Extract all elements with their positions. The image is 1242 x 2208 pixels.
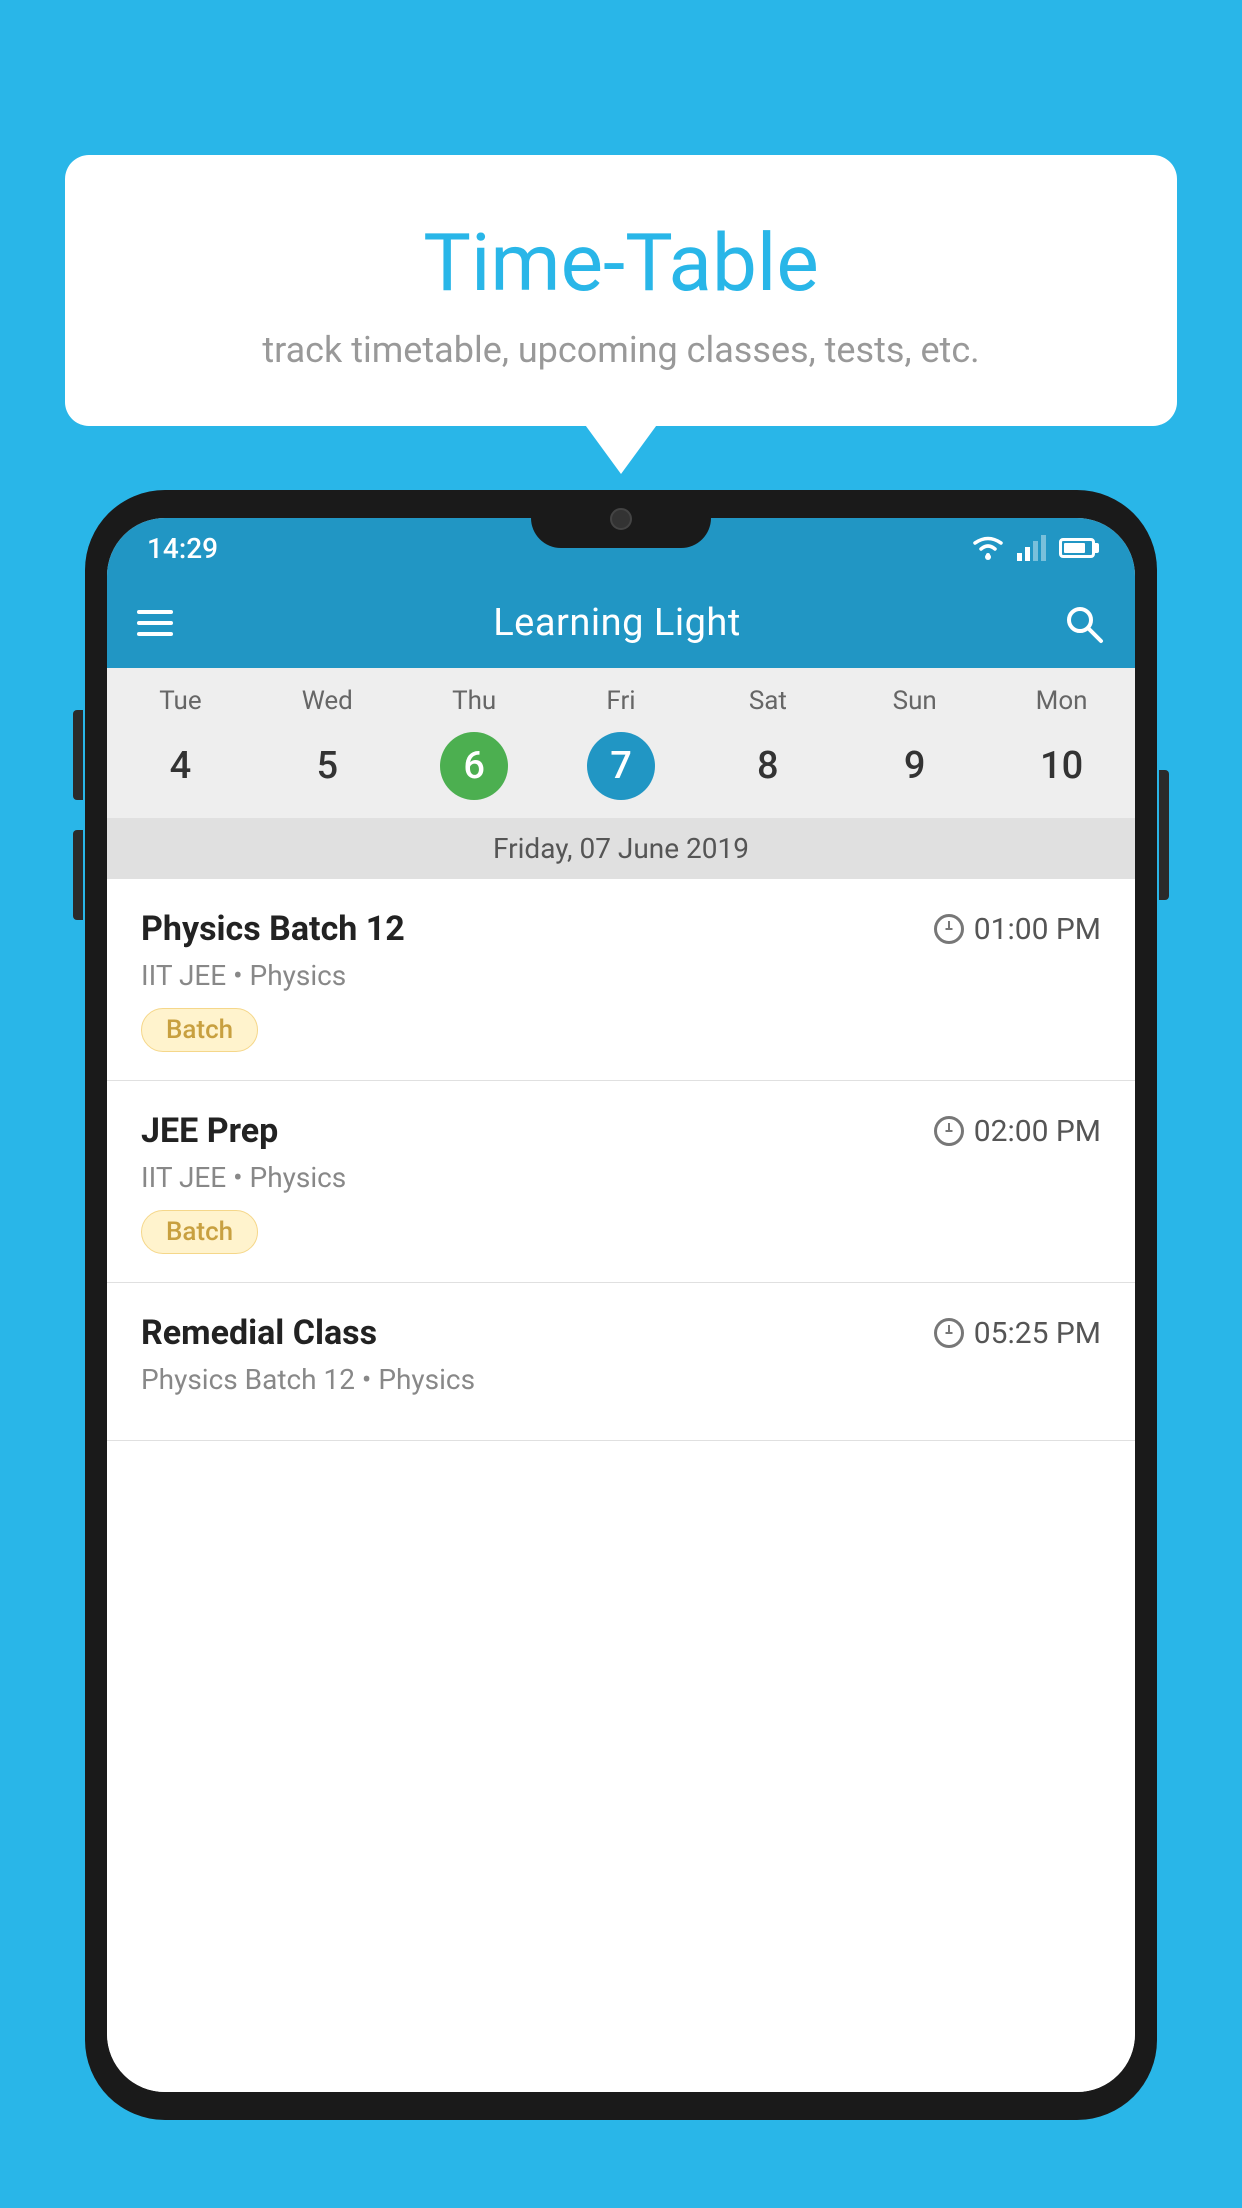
- schedule-item-2-batch-tag: Batch: [141, 1210, 258, 1254]
- status-time: 14:29: [147, 532, 218, 565]
- schedule-item-1-batch-tag: Batch: [141, 1008, 258, 1052]
- schedule-item-3-title: Remedial Class: [141, 1313, 377, 1353]
- status-icons: [971, 535, 1095, 561]
- calendar-header: Tue Wed Thu Fri Sat Sun Mon 4 5 6 7 8 9 …: [107, 668, 1135, 879]
- day-wed[interactable]: Wed: [254, 686, 401, 716]
- battery-icon: [1059, 538, 1095, 558]
- app-title: Learning Light: [173, 601, 1061, 645]
- schedule-item-3-subtitle: Physics Batch 12 • Physics: [141, 1363, 1101, 1396]
- day-sat[interactable]: Sat: [694, 686, 841, 716]
- schedule-item-2[interactable]: JEE Prep 02:00 PM IIT JEE • Physics Batc…: [107, 1081, 1135, 1283]
- day-thu[interactable]: Thu: [401, 686, 548, 716]
- schedule-item-1-title: Physics Batch 12: [141, 909, 405, 949]
- app-bar: Learning Light: [107, 578, 1135, 668]
- hamburger-menu-icon[interactable]: [137, 610, 173, 636]
- schedule-item-2-subtitle: IIT JEE • Physics: [141, 1161, 1101, 1194]
- phone-notch: [531, 490, 711, 548]
- date-5[interactable]: 5: [254, 732, 401, 800]
- schedule-item-2-time: 02:00 PM: [934, 1114, 1101, 1149]
- schedule-item-1-subtitle: IIT JEE • Physics: [141, 959, 1101, 992]
- phone-screen: 14:29: [107, 518, 1135, 2092]
- schedule-item-1-time-label: 01:00 PM: [974, 912, 1101, 947]
- day-fri[interactable]: Fri: [548, 686, 695, 716]
- schedule-item-1[interactable]: Physics Batch 12 01:00 PM IIT JEE • Phys…: [107, 879, 1135, 1081]
- phone-button-volume-down: [73, 830, 83, 920]
- schedule-item-2-title: JEE Prep: [141, 1111, 278, 1151]
- date-7-selected[interactable]: 7: [548, 732, 695, 800]
- date-8[interactable]: 8: [694, 732, 841, 800]
- search-icon[interactable]: [1061, 601, 1105, 645]
- schedule-item-1-time: 01:00 PM: [934, 912, 1101, 947]
- day-mon[interactable]: Mon: [988, 686, 1135, 716]
- wifi-icon: [971, 535, 1005, 561]
- date-4[interactable]: 4: [107, 732, 254, 800]
- schedule-item-3-header: Remedial Class 05:25 PM: [141, 1313, 1101, 1353]
- schedule-item-1-header: Physics Batch 12 01:00 PM: [141, 909, 1101, 949]
- schedule-item-2-time-label: 02:00 PM: [974, 1114, 1101, 1149]
- day-tue[interactable]: Tue: [107, 686, 254, 716]
- schedule-item-2-header: JEE Prep 02:00 PM: [141, 1111, 1101, 1151]
- phone-camera: [610, 508, 632, 530]
- schedule-item-3[interactable]: Remedial Class 05:25 PM Physics Batch 12…: [107, 1283, 1135, 1441]
- page-subtitle: track timetable, upcoming classes, tests…: [115, 329, 1127, 371]
- page-title: Time-Table: [115, 215, 1127, 311]
- phone-mockup: 14:29: [85, 490, 1157, 2208]
- date-9[interactable]: 9: [841, 732, 988, 800]
- schedule-item-3-time-label: 05:25 PM: [974, 1316, 1101, 1351]
- clock-icon-3: [934, 1318, 964, 1348]
- date-10[interactable]: 10: [988, 732, 1135, 800]
- clock-icon-2: [934, 1116, 964, 1146]
- speech-bubble: Time-Table track timetable, upcoming cla…: [65, 155, 1177, 426]
- signal-icon: [1017, 535, 1047, 561]
- phone-button-power: [1159, 770, 1169, 900]
- day-sun[interactable]: Sun: [841, 686, 988, 716]
- date-6-today[interactable]: 6: [401, 732, 548, 800]
- days-row: Tue Wed Thu Fri Sat Sun Mon: [107, 668, 1135, 724]
- schedule-list: Physics Batch 12 01:00 PM IIT JEE • Phys…: [107, 879, 1135, 2092]
- clock-icon: [934, 914, 964, 944]
- schedule-item-3-time: 05:25 PM: [934, 1316, 1101, 1351]
- dates-row: 4 5 6 7 8 9 10: [107, 724, 1135, 818]
- phone-button-volume-up: [73, 710, 83, 800]
- selected-date-label: Friday, 07 June 2019: [107, 818, 1135, 879]
